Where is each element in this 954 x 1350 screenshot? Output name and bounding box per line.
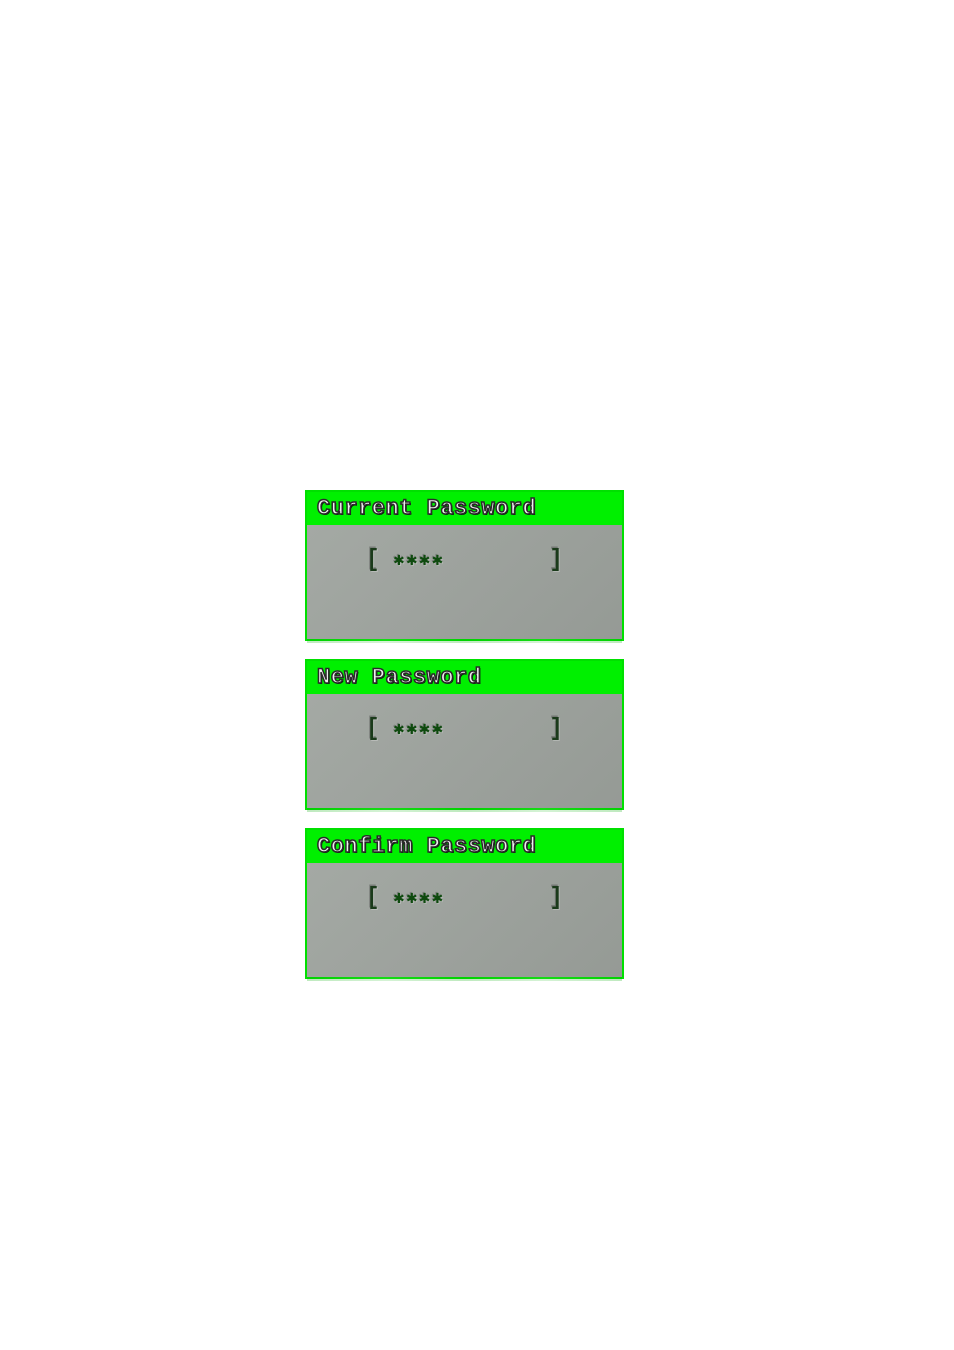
current-password-label: Current Password bbox=[307, 492, 622, 525]
confirm-password-label: Confirm Password bbox=[307, 830, 622, 863]
left-bracket-icon: [ bbox=[366, 545, 379, 574]
new-password-body: [ ✱✱✱✱ ] bbox=[307, 694, 622, 808]
right-bracket-icon: ] bbox=[550, 883, 563, 912]
left-bracket-icon: [ bbox=[366, 714, 379, 743]
current-password-field[interactable]: [ ✱✱✱✱ ] bbox=[366, 547, 562, 572]
current-password-value: ✱✱✱✱ bbox=[394, 549, 474, 571]
left-bracket-icon: [ bbox=[366, 883, 379, 912]
confirm-password-panel: Confirm Password [ ✱✱✱✱ ] bbox=[305, 828, 624, 979]
new-password-value: ✱✱✱✱ bbox=[394, 718, 474, 740]
right-bracket-icon: ] bbox=[550, 714, 563, 743]
password-change-panels: Current Password [ ✱✱✱✱ ] New Password [… bbox=[305, 490, 620, 997]
confirm-password-field[interactable]: [ ✱✱✱✱ ] bbox=[366, 885, 562, 910]
new-password-field[interactable]: [ ✱✱✱✱ ] bbox=[366, 716, 562, 741]
right-bracket-icon: ] bbox=[550, 545, 563, 574]
current-password-panel: Current Password [ ✱✱✱✱ ] bbox=[305, 490, 624, 641]
confirm-password-value: ✱✱✱✱ bbox=[394, 887, 474, 909]
current-password-body: [ ✱✱✱✱ ] bbox=[307, 525, 622, 639]
confirm-password-body: [ ✱✱✱✱ ] bbox=[307, 863, 622, 977]
new-password-panel: New Password [ ✱✱✱✱ ] bbox=[305, 659, 624, 810]
new-password-label: New Password bbox=[307, 661, 622, 694]
